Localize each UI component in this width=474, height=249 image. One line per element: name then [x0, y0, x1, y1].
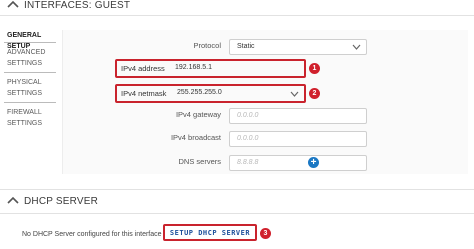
callout-badge-2: 2 [309, 88, 320, 99]
ipv4-address-label: IPv4 address [121, 64, 165, 73]
dns-servers-row: DNS servers 8.8.8.8 + [63, 152, 469, 172]
protocol-select[interactable]: Static [229, 39, 367, 55]
dns-servers-input[interactable]: 8.8.8.8 [229, 155, 367, 171]
dhcp-section-header[interactable]: DHCP SERVER [0, 190, 474, 212]
interfaces-section-header[interactable]: INTERFACES: GUEST [0, 0, 474, 16]
tab-divider [4, 102, 56, 103]
no-dhcp-message: No DHCP Server configured for this inter… [22, 231, 162, 238]
ipv4-gateway-input[interactable]: 0.0.0.0 [229, 108, 367, 124]
tab-divider [4, 42, 56, 43]
protocol-label: Protocol [193, 41, 221, 50]
chevron-down-icon [290, 91, 299, 97]
ipv4-netmask-label: IPv4 netmask [121, 89, 167, 98]
add-dns-server-button[interactable]: + [308, 157, 319, 168]
divider [0, 213, 474, 214]
chevron-up-icon[interactable] [6, 0, 20, 10]
ipv4-broadcast-input[interactable]: 0.0.0.0 [229, 131, 367, 147]
ipv4-broadcast-placeholder: 0.0.0.0 [237, 135, 259, 142]
tab-advanced-settings[interactable]: ADVANCED SETTINGS [0, 47, 56, 69]
ipv4-netmask-select[interactable]: 255.255.255.0 [177, 89, 222, 96]
dns-servers-label: DNS servers [178, 157, 221, 166]
ipv4-gateway-label: IPv4 gateway [175, 110, 221, 119]
protocol-row: Protocol Static [63, 36, 469, 56]
tab-physical-settings[interactable]: PHYSICAL SETTINGS [0, 77, 56, 99]
ipv4-gateway-row: IPv4 gateway 0.0.0.0 [63, 105, 469, 125]
tab-divider [4, 72, 56, 73]
dns-servers-placeholder: 8.8.8.8 [237, 159, 259, 166]
ipv4-broadcast-label: IPv4 broadcast [170, 133, 221, 142]
chevron-down-icon [352, 44, 361, 50]
ipv4-address-input[interactable]: 192.168.5.1 [175, 64, 212, 71]
interfaces-section-title: INTERFACES: GUEST [24, 0, 131, 11]
ipv4-broadcast-row: IPv4 broadcast 0.0.0.0 [63, 128, 469, 148]
callout-badge-1: 1 [309, 63, 320, 74]
tab-firewall-settings[interactable]: FIREWALL SETTINGS [0, 107, 56, 129]
setup-dhcp-server-button[interactable]: SETUP DHCP SERVER [163, 224, 257, 241]
ipv4-netmask-highlight: IPv4 netmask 255.255.255.0 [115, 84, 306, 103]
ipv4-gateway-placeholder: 0.0.0.0 [237, 112, 259, 119]
callout-badge-3: 3 [260, 228, 271, 239]
divider [0, 15, 474, 16]
ipv4-address-highlight: IPv4 address 192.168.5.1 [115, 59, 306, 78]
dhcp-section-title: DHCP SERVER [24, 195, 99, 207]
chevron-up-icon[interactable] [6, 196, 20, 206]
general-setup-panel: Protocol Static IPv4 address 192.168.5.1… [62, 30, 468, 174]
protocol-value: Static [237, 43, 255, 50]
